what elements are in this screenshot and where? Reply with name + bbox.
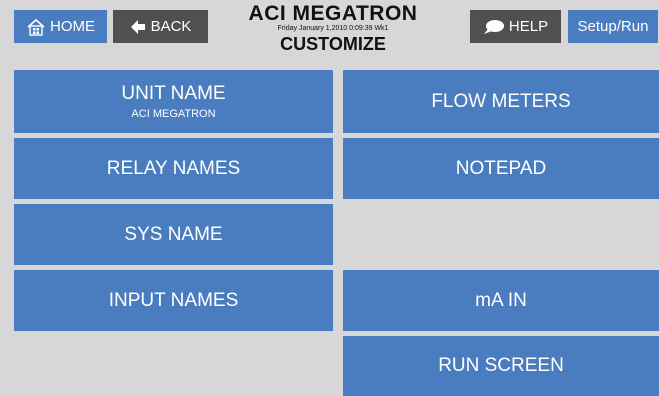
flow-meters-label: FLOW METERS (431, 90, 571, 112)
sys-name-button[interactable]: SYS NAME (14, 204, 333, 265)
title-block: ACI MEGATRON Friday January 1,2010 0:09:… (238, 2, 428, 54)
unit-name-label: UNIT NAME (121, 83, 226, 104)
datetime-text: Friday January 1,2010 0:09:39 Wk1 (277, 25, 389, 32)
run-screen-label: RUN SCREEN (438, 355, 564, 376)
relay-names-button[interactable]: RELAY NAMES (14, 138, 333, 199)
unit-name-button[interactable]: UNIT NAME ACI MEGATRON (14, 70, 333, 133)
notepad-label: NOTEPAD (455, 157, 547, 179)
flow-meters-button[interactable]: FLOW METERS (343, 70, 659, 133)
back-arrow-icon (130, 19, 145, 34)
notepad-button[interactable]: NOTEPAD (343, 138, 659, 199)
relay-names-label: RELAY NAMES (106, 157, 241, 179)
back-label: BACK (150, 18, 192, 35)
run-screen-button[interactable]: RUN SCREEN (343, 336, 659, 396)
ma-in-label: mA IN (475, 289, 527, 311)
home-button[interactable]: HOME (14, 10, 107, 43)
help-label: HELP (508, 18, 549, 35)
unit-name-value: ACI MEGATRON (131, 108, 216, 120)
app-title: ACI MEGATRON (248, 2, 418, 25)
home-label: HOME (50, 18, 95, 35)
input-names-label: INPUT NAMES (108, 289, 239, 311)
sys-name-label: SYS NAME (124, 223, 223, 245)
home-icon (27, 18, 45, 36)
page-title: CUSTOMIZE (280, 34, 386, 54)
input-names-button[interactable]: INPUT NAMES (14, 270, 333, 331)
speech-bubble-icon (483, 19, 504, 34)
ma-in-button[interactable]: mA IN (343, 270, 659, 331)
setup-run-button[interactable]: Setup/Run (568, 10, 658, 43)
back-button[interactable]: BACK (113, 10, 208, 43)
help-button[interactable]: HELP (470, 10, 561, 43)
setup-run-label: Setup/Run (577, 18, 649, 35)
